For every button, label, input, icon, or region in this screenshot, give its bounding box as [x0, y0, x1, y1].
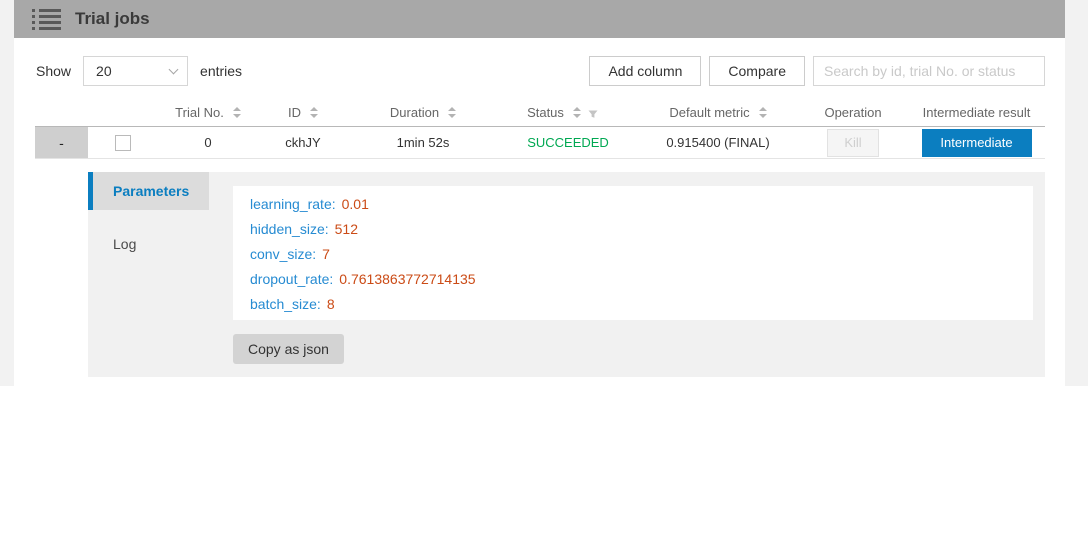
header-trial-no[interactable]: Trial No. — [158, 99, 258, 126]
tab-log[interactable]: Log — [88, 225, 209, 263]
header-expand-cell — [35, 99, 88, 126]
parameter-key: conv_size: — [250, 246, 316, 262]
cell-trial-no: 0 — [158, 127, 258, 158]
parameter-key: batch_size: — [250, 296, 321, 312]
header-intermediate-result: Intermediate result — [908, 99, 1045, 126]
compare-button[interactable]: Compare — [709, 56, 805, 86]
parameter-value: 0.01 — [342, 196, 369, 212]
entries-label: entries — [200, 63, 242, 79]
show-label: Show — [36, 63, 71, 79]
trials-table: Trial No. ID Duration Status Default met… — [35, 99, 1045, 159]
parameter-value: 7 — [322, 246, 330, 262]
cell-duration: 1min 52s — [348, 127, 498, 158]
collapse-row-toggle[interactable]: - — [35, 127, 88, 158]
header-checkbox-cell — [88, 99, 158, 126]
detail-tabs: Parameters Log — [88, 172, 209, 263]
parameters-panel: learning_rate: 0.01 hidden_size: 512 conv_… — [233, 186, 1033, 320]
intermediate-button[interactable]: Intermediate — [922, 129, 1032, 157]
status-badge: SUCCEEDED — [498, 127, 638, 158]
cell-default-metric: 0.915400 (FINAL) — [638, 127, 798, 158]
add-column-button[interactable]: Add column — [589, 56, 701, 86]
sort-icon[interactable] — [759, 107, 767, 118]
toolbar: Show 20 entries Add column Compare — [14, 56, 1065, 86]
parameter-value: 512 — [335, 221, 358, 237]
cell-id: ckhJY — [258, 127, 348, 158]
parameter-row: learning_rate: 0.01 — [250, 192, 1033, 217]
sort-icon[interactable] — [310, 107, 318, 118]
header-id[interactable]: ID — [258, 99, 348, 126]
header-status[interactable]: Status — [498, 99, 638, 126]
parameter-row: dropout_rate: 0.7613863772714135 — [250, 267, 1033, 292]
row-checkbox[interactable] — [115, 135, 131, 151]
list-icon — [32, 9, 61, 30]
sort-icon[interactable] — [233, 107, 241, 118]
trial-detail-pane: Parameters Log learning_rate: 0.01 hidden… — [88, 172, 1045, 377]
parameter-key: dropout_rate: — [250, 271, 333, 287]
panel-titlebar: Trial jobs — [14, 0, 1065, 38]
header-operation: Operation — [798, 99, 908, 126]
kill-button[interactable]: Kill — [827, 129, 879, 157]
header-default-metric[interactable]: Default metric — [638, 99, 798, 126]
panel-title: Trial jobs — [75, 9, 150, 29]
table-row: - 0 ckhJY 1min 52s SUCCEEDED 0.915400 (F… — [35, 127, 1045, 159]
filter-icon[interactable] — [587, 108, 599, 120]
search-input[interactable] — [813, 56, 1045, 86]
chevron-down-icon — [169, 65, 179, 75]
trial-jobs-panel: Trial jobs Show 20 entries Add column Co… — [14, 0, 1065, 386]
parameter-row: conv_size: 7 — [250, 242, 1033, 267]
sort-icon[interactable] — [448, 107, 456, 118]
header-duration[interactable]: Duration — [348, 99, 498, 126]
parameter-row: batch_size: 8 — [250, 292, 1033, 317]
copy-as-json-button[interactable]: Copy as json — [233, 334, 344, 364]
table-header-row: Trial No. ID Duration Status Default met… — [35, 99, 1045, 127]
cell-operation: Kill — [798, 127, 908, 158]
cell-intermediate-result: Intermediate — [908, 127, 1045, 158]
parameter-value: 8 — [327, 296, 335, 312]
checkbox-cell — [88, 127, 158, 158]
tab-parameters[interactable]: Parameters — [88, 172, 209, 210]
parameter-value: 0.7613863772714135 — [339, 271, 475, 287]
parameter-key: hidden_size: — [250, 221, 329, 237]
page-size-value: 20 — [96, 63, 112, 79]
page-size-select[interactable]: 20 — [83, 56, 188, 86]
parameter-key: learning_rate: — [250, 196, 336, 212]
parameter-row: hidden_size: 512 — [250, 217, 1033, 242]
sort-icon[interactable] — [573, 107, 581, 118]
